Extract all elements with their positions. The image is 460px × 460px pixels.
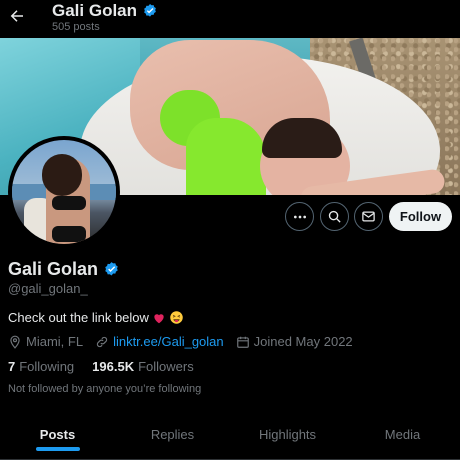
tab-posts[interactable]: Posts	[0, 410, 115, 459]
search-icon	[328, 210, 341, 223]
calendar-icon	[236, 336, 249, 348]
profile-bio: Check out the link below	[8, 310, 184, 325]
joined-text: Joined May 2022	[253, 334, 353, 349]
tab-replies[interactable]: Replies	[115, 410, 230, 459]
tab-media[interactable]: Media	[345, 410, 460, 459]
bio-text: Check out the link below	[8, 310, 149, 325]
tab-highlights-label: Highlights	[258, 427, 317, 442]
top-bar: Gali Golan 505 posts	[0, 0, 460, 38]
website-link[interactable]: linktr.ee/Gali_golan	[113, 334, 224, 349]
link-icon	[96, 336, 108, 347]
tab-media-label: Media	[384, 427, 421, 442]
location-item: Miami, FL	[8, 334, 83, 349]
header-post-count: 505 posts	[52, 21, 100, 33]
follow-stats-row: 7 Following 196.5K Followers	[8, 359, 212, 374]
follow-button[interactable]: Follow	[389, 202, 452, 231]
profile-meta-row: Miami, FL linktr.ee/Gali_golan Joined Ma…	[8, 334, 365, 349]
following-count: 7	[8, 359, 16, 374]
search-profile-button[interactable]	[320, 202, 349, 231]
followers-label: Followers	[138, 359, 194, 374]
followers-count: 196.5K	[92, 359, 135, 374]
back-button[interactable]	[6, 5, 28, 27]
tab-posts-label: Posts	[39, 427, 76, 442]
verified-badge-icon	[144, 4, 156, 17]
profile-avatar[interactable]	[8, 136, 120, 248]
following-stat-link[interactable]: 7 Following	[8, 359, 74, 374]
header-display-name: Gali Golan	[52, 1, 138, 20]
profile-handle: @gali_golan_	[8, 281, 88, 296]
following-label: Following	[19, 359, 75, 374]
active-tab-indicator	[35, 447, 80, 451]
location-pin-icon	[10, 335, 20, 349]
website-item: linktr.ee/Gali_golan	[95, 334, 224, 349]
more-horizontal-icon	[293, 215, 306, 218]
avatar-hair	[42, 154, 82, 196]
header-name-row: Gali Golan	[52, 1, 158, 21]
profile-display-name: Gali Golan	[8, 259, 99, 279]
location-text: Miami, FL	[26, 334, 84, 349]
profile-page: Gali Golan 505 posts Follow Gali Golan @…	[0, 0, 460, 460]
banner-swimsuit-bottom	[186, 118, 266, 195]
mail-icon	[362, 211, 375, 222]
tab-replies-label: Replies	[150, 427, 195, 442]
squinting-tongue-emoji	[170, 311, 183, 324]
red-heart-emoji	[154, 313, 164, 323]
arrow-left-icon	[10, 10, 23, 22]
avatar-swimsuit-bottom	[52, 226, 86, 242]
tab-highlights[interactable]: Highlights	[230, 410, 345, 459]
message-button[interactable]	[354, 202, 383, 231]
profile-name-row: Gali Golan	[8, 259, 120, 280]
not-followed-note: Not followed by anyone you’re following	[8, 383, 202, 395]
avatar-swimsuit-top	[52, 196, 86, 210]
verified-badge-icon[interactable]	[103, 261, 120, 278]
followers-stat-link[interactable]: 196.5K Followers	[92, 359, 194, 374]
joined-item: Joined May 2022	[236, 334, 353, 349]
profile-tabs: Posts Replies Highlights Media	[0, 410, 460, 460]
more-options-button[interactable]	[285, 202, 314, 231]
